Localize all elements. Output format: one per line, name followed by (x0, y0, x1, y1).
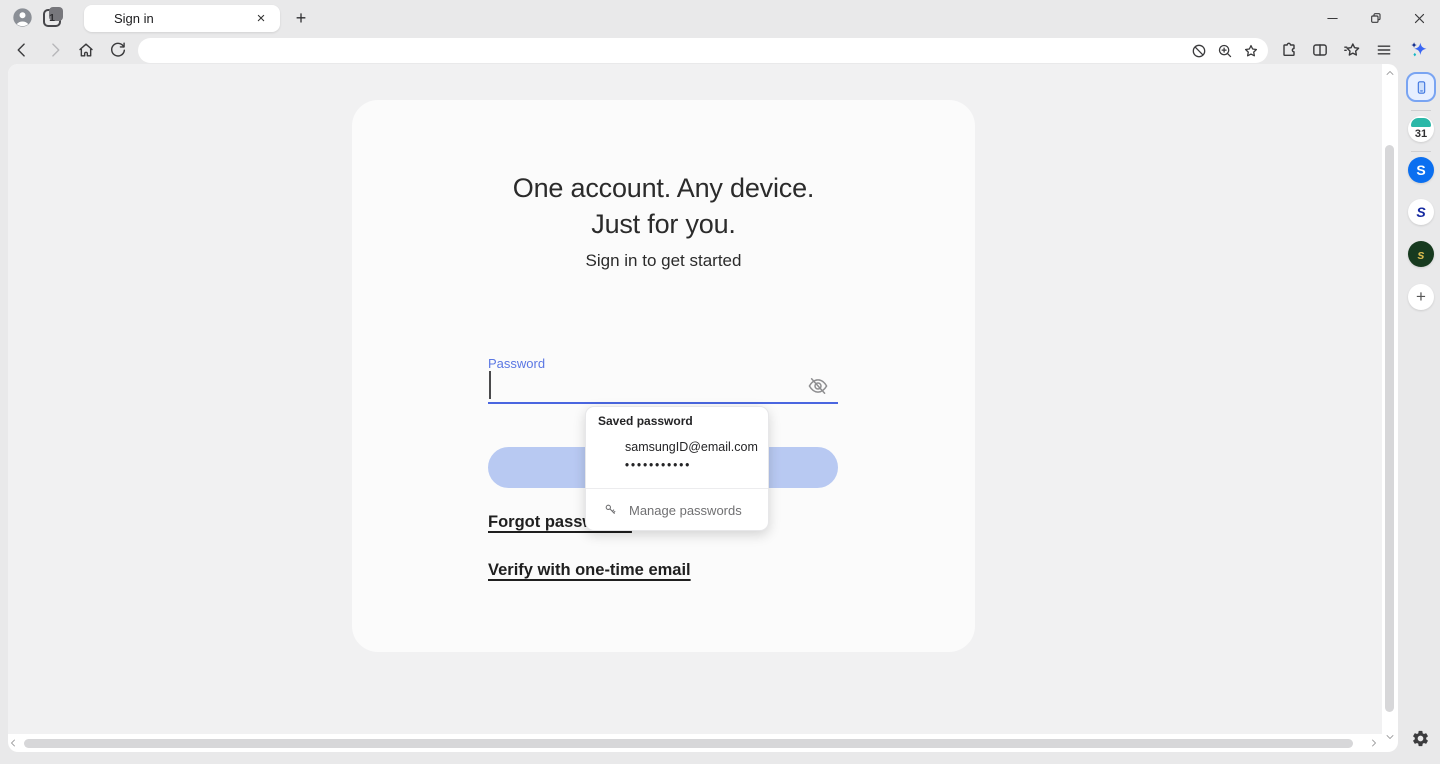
app-icon-s-white[interactable]: S (1408, 199, 1434, 225)
sidebar-divider (1411, 151, 1431, 152)
manage-passwords-button[interactable]: Manage passwords (586, 491, 768, 529)
app-icon-s-green[interactable]: s (1408, 241, 1434, 267)
saved-password-popup: Saved password samsungID@email.com •••••… (585, 406, 769, 531)
new-tab-button[interactable]: + (290, 7, 312, 29)
restore-button[interactable] (1368, 10, 1384, 26)
url-input[interactable] (152, 38, 1190, 63)
verify-one-time-email-link[interactable]: Verify with one-time email (488, 561, 691, 580)
saved-password-mask: ••••••••••• (625, 460, 691, 472)
close-window-button[interactable] (1411, 10, 1427, 26)
scroll-up-arrow[interactable] (1383, 66, 1397, 80)
manage-passwords-label: Manage passwords (629, 503, 742, 518)
heading-line2: Just for you. (352, 206, 975, 242)
calendar-day: 31 (1408, 128, 1434, 140)
back-button[interactable] (12, 40, 32, 60)
forward-button[interactable] (45, 40, 65, 60)
tab-count: 1 (49, 12, 55, 24)
scroll-left-arrow[interactable] (6, 736, 20, 750)
tab-close-icon[interactable]: × (252, 10, 270, 28)
tab-title: Sign in (114, 11, 252, 26)
browser-tab[interactable]: Sign in × (84, 5, 280, 32)
key-icon (603, 502, 619, 518)
ai-assistant-icon[interactable] (1408, 39, 1428, 59)
page-title: One account. Any device. Just for you. (352, 170, 975, 242)
profile-avatar-icon[interactable] (12, 7, 33, 28)
popup-header: Saved password (598, 414, 693, 428)
home-button[interactable] (76, 40, 96, 60)
heading-line1: One account. Any device. (352, 170, 975, 206)
sidebar-divider (1411, 110, 1431, 111)
settings-gear-icon[interactable] (1411, 729, 1430, 748)
zoom-in-icon[interactable] (1216, 42, 1234, 60)
content-blocker-icon[interactable] (1190, 42, 1208, 60)
scroll-right-arrow[interactable] (1367, 736, 1381, 750)
url-bar[interactable] (138, 38, 1268, 63)
refresh-button[interactable] (108, 40, 128, 60)
password-underline (488, 402, 838, 404)
text-cursor (489, 371, 491, 399)
add-panel-button[interactable]: + (1408, 284, 1434, 310)
favorites-star-icon[interactable] (1342, 40, 1362, 60)
tab-manager-icon[interactable]: 1 (43, 9, 61, 27)
minimize-button[interactable] (1324, 10, 1340, 26)
menu-icon[interactable] (1374, 40, 1394, 60)
signin-card: One account. Any device. Just for you. S… (352, 100, 975, 652)
popup-divider (586, 488, 768, 489)
extensions-puzzle-icon[interactable] (1279, 40, 1299, 60)
saved-credential-row[interactable]: samsungID@email.com ••••••••••• (586, 433, 768, 485)
bookmark-star-icon[interactable] (1242, 42, 1260, 60)
show-password-toggle[interactable] (804, 372, 832, 400)
calendar-icon[interactable]: 31 (1408, 116, 1434, 142)
scroll-down-arrow[interactable] (1383, 730, 1397, 744)
saved-email: samsungID@email.com (625, 440, 758, 454)
phone-panel-icon[interactable] (1406, 72, 1436, 102)
page-subtitle: Sign in to get started (352, 251, 975, 271)
split-view-icon[interactable] (1310, 40, 1330, 60)
app-icon-s-blue[interactable]: S (1408, 157, 1434, 183)
horizontal-scrollbar-thumb[interactable] (24, 739, 1353, 748)
calendar-header (1411, 118, 1431, 127)
password-label: Password (488, 356, 545, 371)
tab-strip: 1 Sign in × + (0, 0, 1440, 36)
password-input[interactable] (490, 372, 790, 398)
vertical-scrollbar-thumb[interactable] (1385, 145, 1394, 712)
